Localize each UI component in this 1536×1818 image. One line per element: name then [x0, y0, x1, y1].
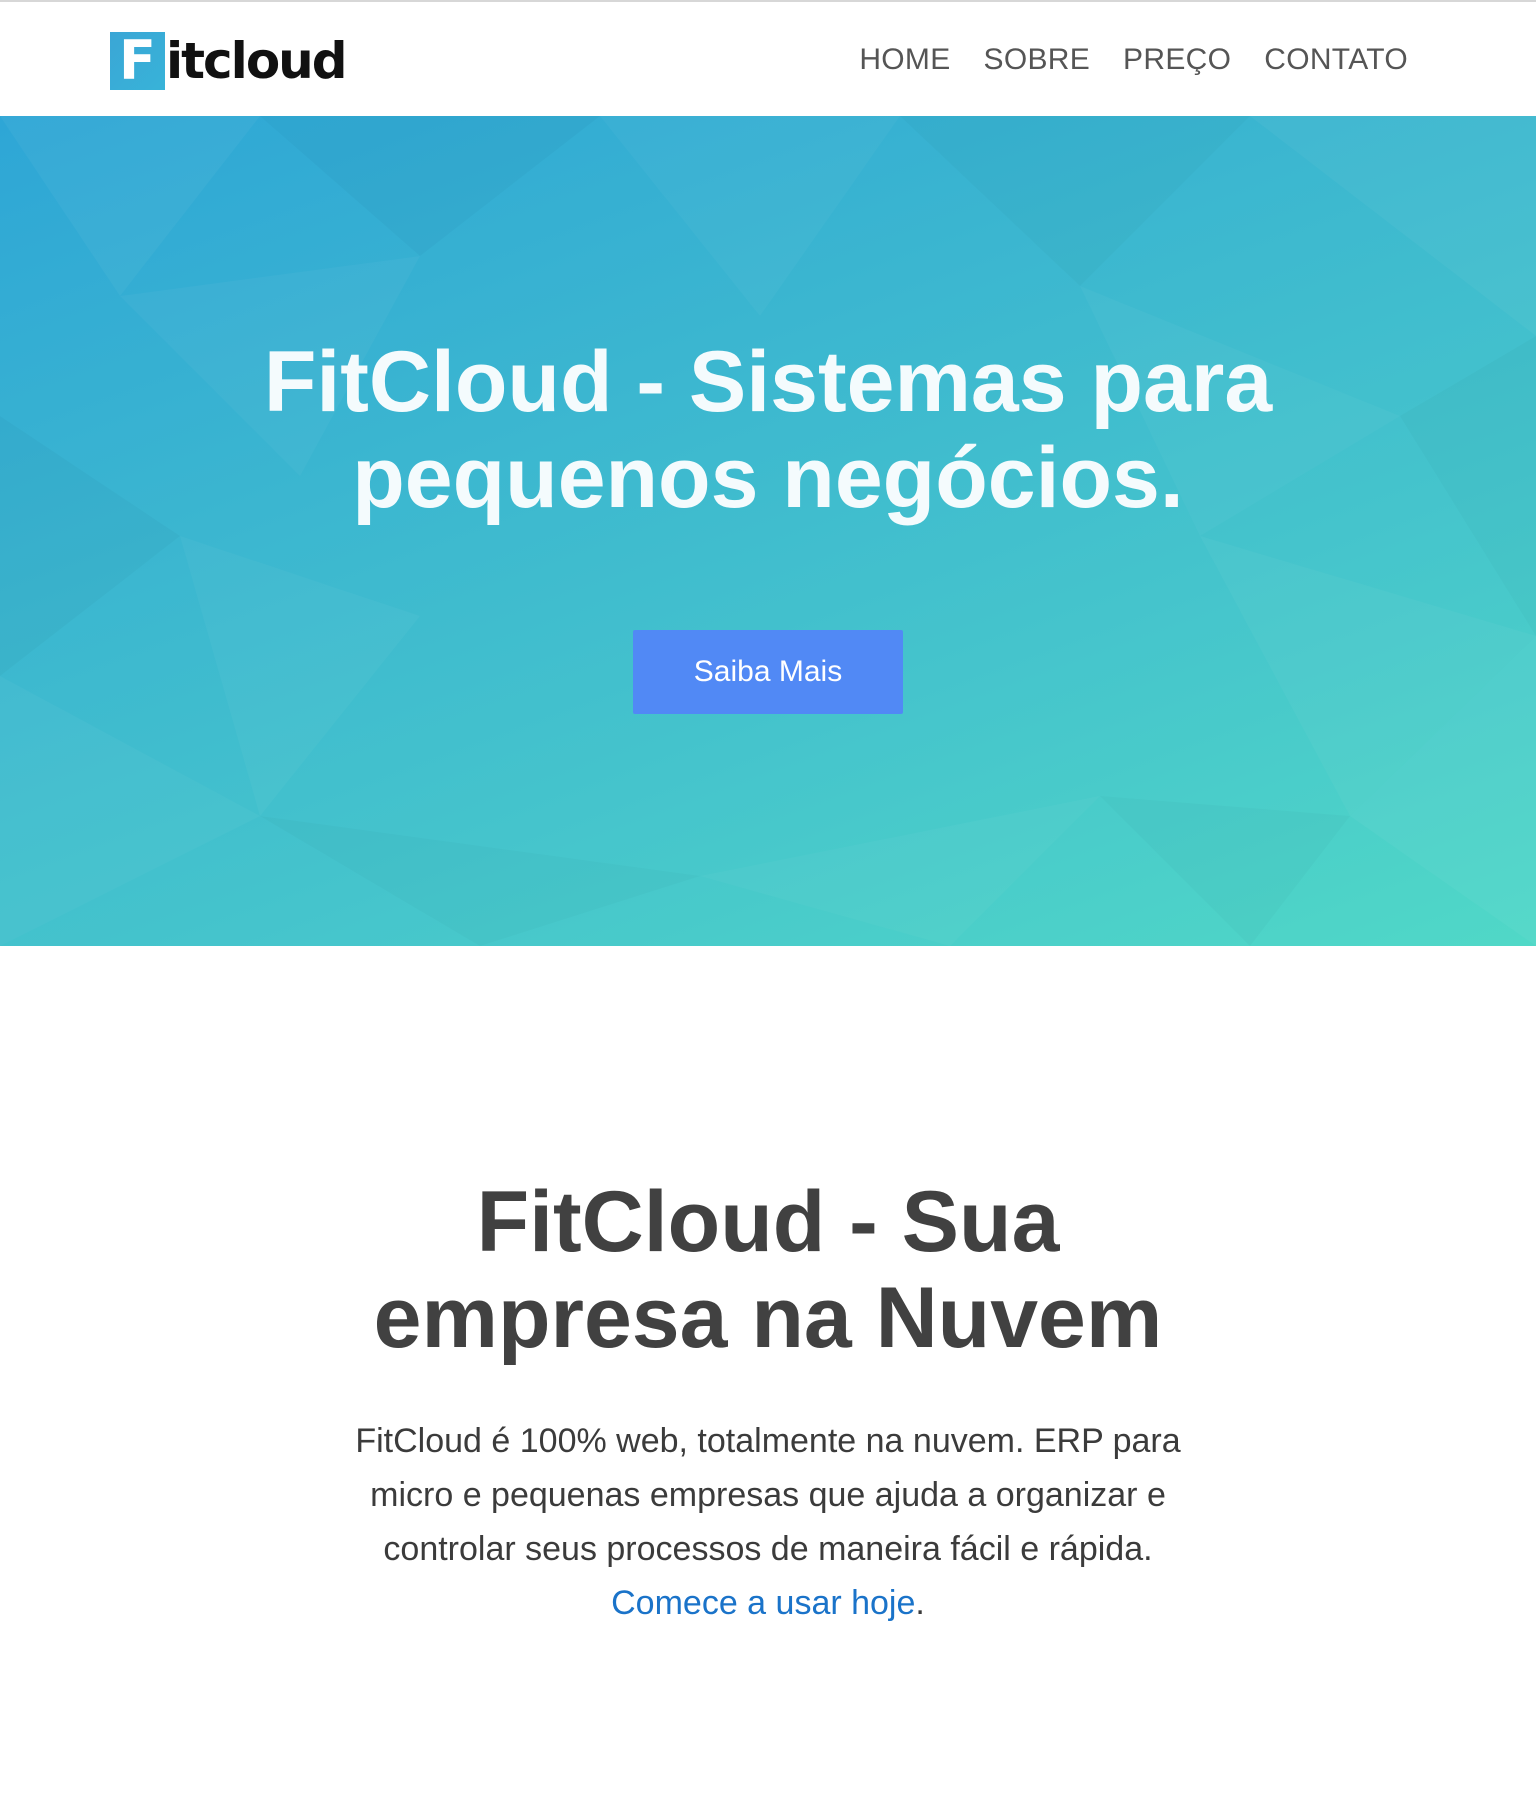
hero-section: FitCloud - Sistemas para pequenos negóci…	[0, 116, 1536, 946]
site-header: F itcloud HOME SOBRE PREÇO CONTATO	[0, 2, 1536, 116]
about-text-line3: controlar seus processos de maneira fáci…	[383, 1530, 1153, 1568]
about-text-line4: Comece a usar hoje.	[318, 1576, 1218, 1630]
main-nav: HOME SOBRE PREÇO CONTATO	[859, 40, 1408, 80]
about-text-period: .	[915, 1584, 925, 1622]
saiba-mais-button[interactable]: Saiba Mais	[633, 630, 903, 714]
nav-contato[interactable]: CONTATO	[1264, 40, 1408, 80]
fitcloud-logo[interactable]: F itcloud	[110, 32, 348, 90]
about-title: FitCloud - Sua empresa na Nuvem	[0, 1174, 1536, 1366]
about-title-line2: empresa na Nuvem	[373, 1270, 1163, 1366]
about-section: FitCloud - Sua empresa na Nuvem FitCloud…	[0, 946, 1536, 1818]
about-title-line1: FitCloud - Sua	[476, 1174, 1060, 1270]
about-text-line1: FitCloud é 100% web, totalmente na nuvem…	[355, 1422, 1181, 1460]
nav-home[interactable]: HOME	[859, 40, 950, 80]
about-description: FitCloud é 100% web, totalmente na nuvem…	[318, 1414, 1218, 1630]
about-text-line2: micro e pequenas empresas que ajuda a or…	[370, 1476, 1166, 1514]
hero-title-line1: FitCloud - Sistemas para	[263, 334, 1273, 430]
hero-background-pattern	[0, 116, 1536, 946]
logo-wordmark: itcloud	[166, 32, 348, 90]
hero-title: FitCloud - Sistemas para pequenos negóci…	[0, 334, 1536, 526]
nav-preco[interactable]: PREÇO	[1123, 40, 1231, 80]
hero-title-line2: pequenos negócios.	[352, 430, 1184, 526]
comece-a-usar-link[interactable]: Comece a usar hoje	[611, 1584, 915, 1622]
logo-mark: F	[110, 32, 165, 90]
nav-sobre[interactable]: SOBRE	[984, 40, 1091, 80]
